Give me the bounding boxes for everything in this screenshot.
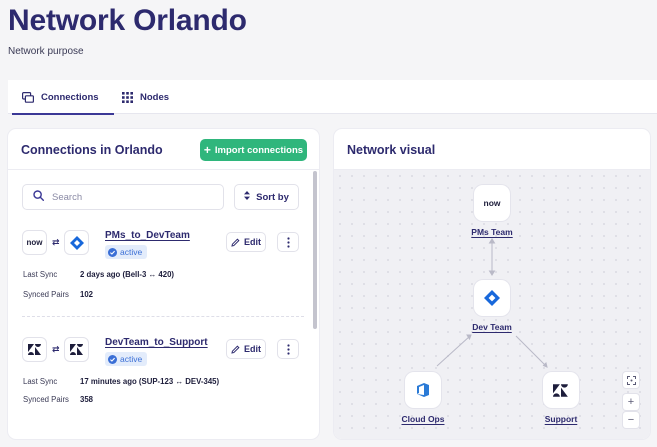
check-circle-icon [108,247,117,257]
status-badge-label: active [120,247,143,257]
connection-separator [22,316,304,317]
pencil-icon [231,237,240,247]
network-visual-card: Network visual now PMs Team Dev Team Clo… [334,129,650,439]
connection-name-link[interactable]: PMs_to_DevTeam [105,230,190,241]
synced-pairs-label: Synced Pairs [23,395,69,404]
node-label[interactable]: Dev Team [452,322,532,332]
zoom-out-button[interactable]: − [623,412,639,428]
swap-arrows-icon: ⇄ [52,237,60,247]
status-badge-label: active [120,354,143,364]
search-box[interactable] [22,184,224,210]
jira-logo [64,230,89,255]
last-sync-label: Last Sync [23,377,58,386]
connection-name-link[interactable]: DevTeam_to_Support [105,337,208,348]
connections-card: Connections in Orlando + Import connecti… [8,129,319,439]
azure-devops-logo [405,372,441,408]
last-sync-label: Last Sync [23,270,58,279]
last-sync-value: 17 minutes ago (SUP-123 ↔ DEV-345) [80,377,220,386]
search-icon [33,188,45,206]
fit-view-button[interactable] [623,372,639,388]
more-vertical-icon [286,236,290,248]
edit-label: Edit [244,237,261,247]
network-node[interactable]: Support [521,372,601,424]
status-badge: active [105,245,148,259]
fit-view-icon [626,375,636,385]
more-options-button[interactable] [277,339,299,359]
scrollbar-thumb[interactable] [313,171,317,329]
tab-connections-label: Connections [41,91,99,103]
node-label[interactable]: PMs Team [452,227,532,237]
pencil-icon [231,344,240,354]
more-options-button[interactable] [277,232,299,252]
edit-connection-button[interactable]: Edit [226,339,266,359]
page-title: Network Orlando [8,4,247,37]
servicenow-logo-text: now [483,198,501,208]
zendesk-logo [22,337,47,362]
grid-icon [122,91,133,103]
connections-icon [22,91,34,103]
edge-dev-support [515,335,547,367]
servicenow-logo: now [474,185,510,221]
node-label[interactable]: Support [521,414,601,424]
edit-connection-button[interactable]: Edit [226,232,266,252]
synced-pairs-value: 102 [80,290,94,299]
tab-nodes-label: Nodes [140,91,170,103]
plus-icon: + [203,143,211,157]
card-divider [8,169,319,170]
network-visual-title: Network visual [347,143,436,157]
zendesk-logo [543,372,579,408]
page-subtitle: Network purpose [8,46,84,57]
synced-pairs-value: 358 [80,395,94,404]
import-connections-label: Import connections [214,144,304,156]
more-vertical-icon [286,343,290,355]
last-sync-value: 2 days ago (Bell-3 ↔ 420) [80,270,175,279]
tab-bar: Connections Nodes [8,80,657,115]
minus-icon: − [627,414,635,426]
check-circle-icon [108,354,117,364]
network-node[interactable]: Dev Team [452,280,532,332]
synced-pairs-label: Synced Pairs [23,290,69,299]
sort-by-label: Sort by [256,191,289,203]
status-badge: active [105,352,148,366]
servicenow-logo: now [22,230,47,255]
tab-nodes[interactable]: Nodes [122,80,182,114]
zendesk-logo [64,337,89,362]
network-node[interactable]: Cloud Ops [383,372,463,424]
edge-arrowhead [488,270,496,276]
sort-icon [244,191,251,203]
sort-by-button[interactable]: Sort by [234,184,299,210]
plus-icon: + [627,396,635,408]
zoom-in-button[interactable]: + [623,394,639,410]
search-input[interactable] [52,191,202,203]
jira-logo [474,280,510,316]
import-connections-button[interactable]: + Import connections [200,139,307,161]
connections-card-title: Connections in Orlando [21,143,163,157]
swap-arrows-icon: ⇄ [52,344,60,354]
tab-connections[interactable]: Connections [12,80,114,115]
edge-arrowhead [488,238,496,244]
edit-label: Edit [244,344,261,354]
node-label[interactable]: Cloud Ops [383,414,463,424]
network-canvas[interactable]: now PMs Team Dev Team Cloud Ops Support [334,170,650,439]
network-node[interactable]: now PMs Team [452,185,532,237]
edge-dev-cloudops [436,335,471,367]
